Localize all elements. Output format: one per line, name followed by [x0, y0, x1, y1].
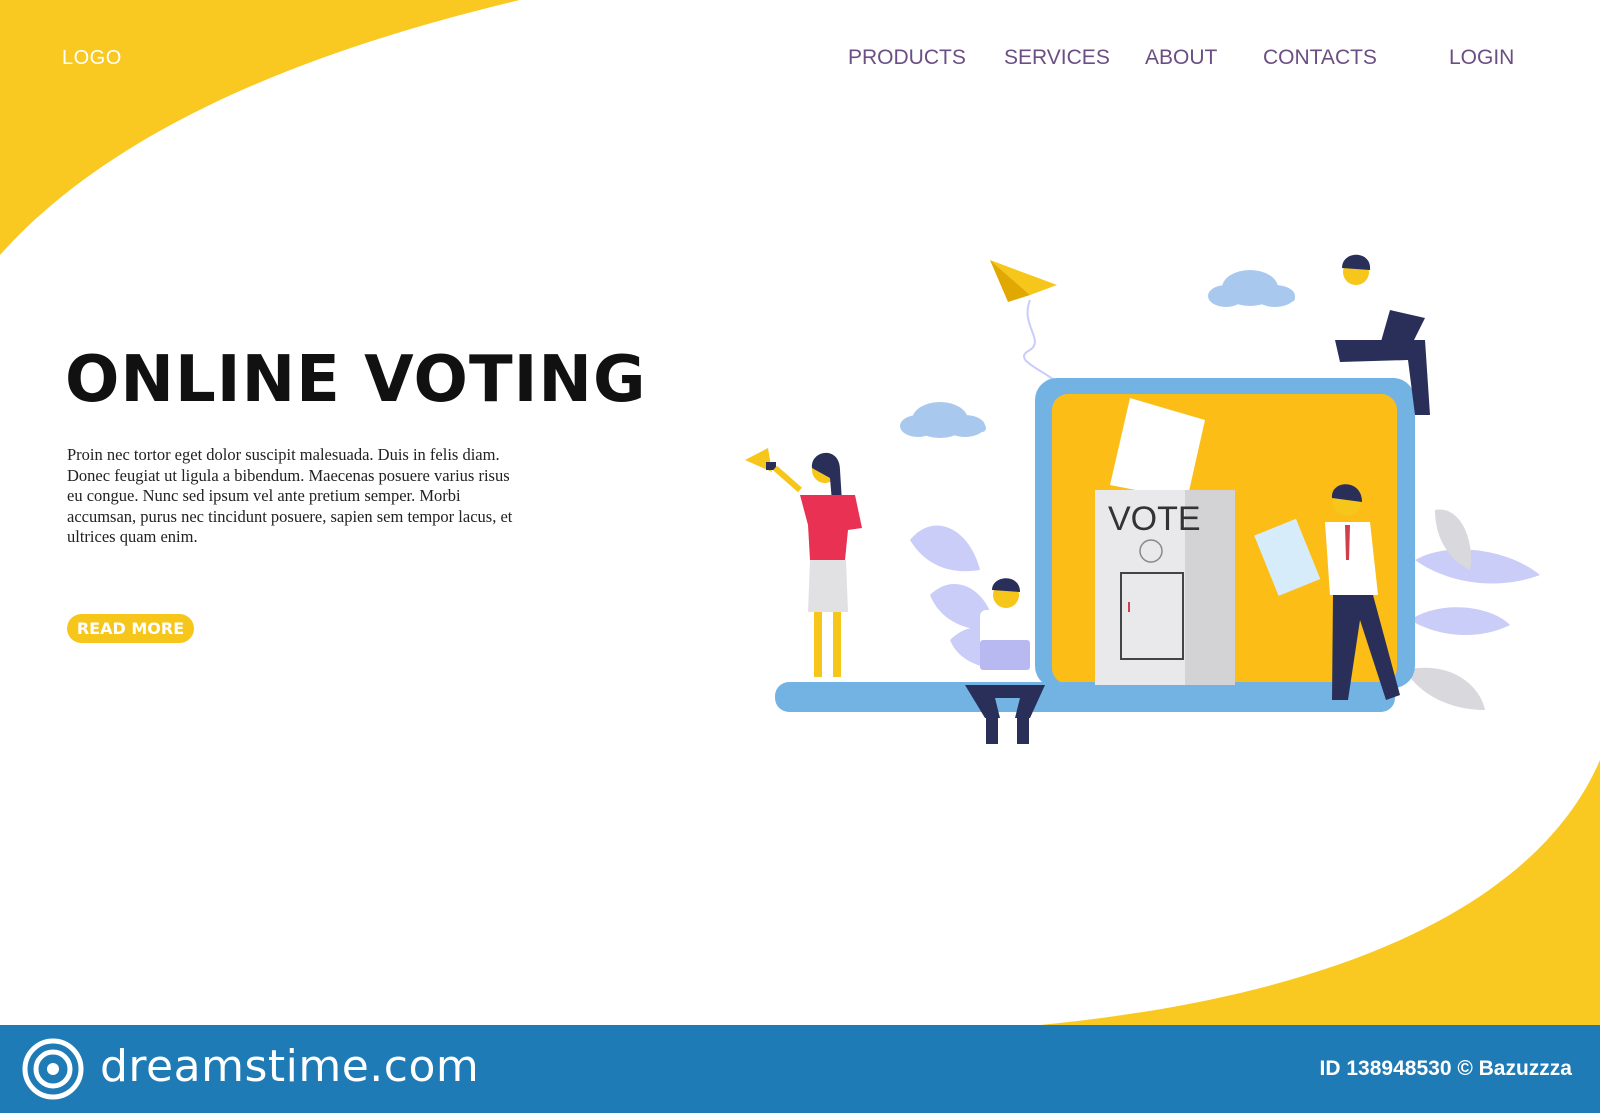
watermark-image-id: ID 138948530 © Bazuzzza	[1319, 1057, 1572, 1080]
paper-plane-icon	[990, 260, 1061, 386]
nav-contacts[interactable]: CONTACTS	[1263, 46, 1377, 70]
ballot-box-label: VOTE	[1108, 500, 1201, 538]
hero-description: Proin nec tortor eget dolor suscipit mal…	[67, 445, 513, 546]
cloud-icon	[1208, 270, 1295, 307]
cloud-icon	[900, 402, 986, 438]
watermark-bar: dreamstime.com ID 138948530 © Bazuzzza	[0, 1025, 1600, 1113]
nav-services[interactable]: SERVICES	[1004, 46, 1110, 70]
bottom-right-yellow-swoosh	[1040, 760, 1600, 1025]
read-more-button[interactable]: READ MORE	[67, 614, 194, 643]
watermark-brand: dreamstime.com	[100, 1041, 480, 1092]
dreamstime-logo-icon	[22, 1038, 84, 1100]
hero-title: ONLINE VOTING	[65, 343, 647, 417]
nav-login[interactable]: LOGIN	[1449, 46, 1514, 70]
main-nav: PRODUCTS SERVICES ABOUT CONTACTS LOGIN	[0, 46, 1600, 76]
online-voting-illustration: VOTE	[745, 254, 1540, 744]
nav-products[interactable]: PRODUCTS	[848, 46, 966, 70]
leaves-right	[1405, 509, 1540, 710]
top-left-yellow-swoosh	[0, 0, 520, 255]
woman-with-megaphone	[745, 448, 862, 677]
nav-about[interactable]: ABOUT	[1145, 46, 1217, 70]
